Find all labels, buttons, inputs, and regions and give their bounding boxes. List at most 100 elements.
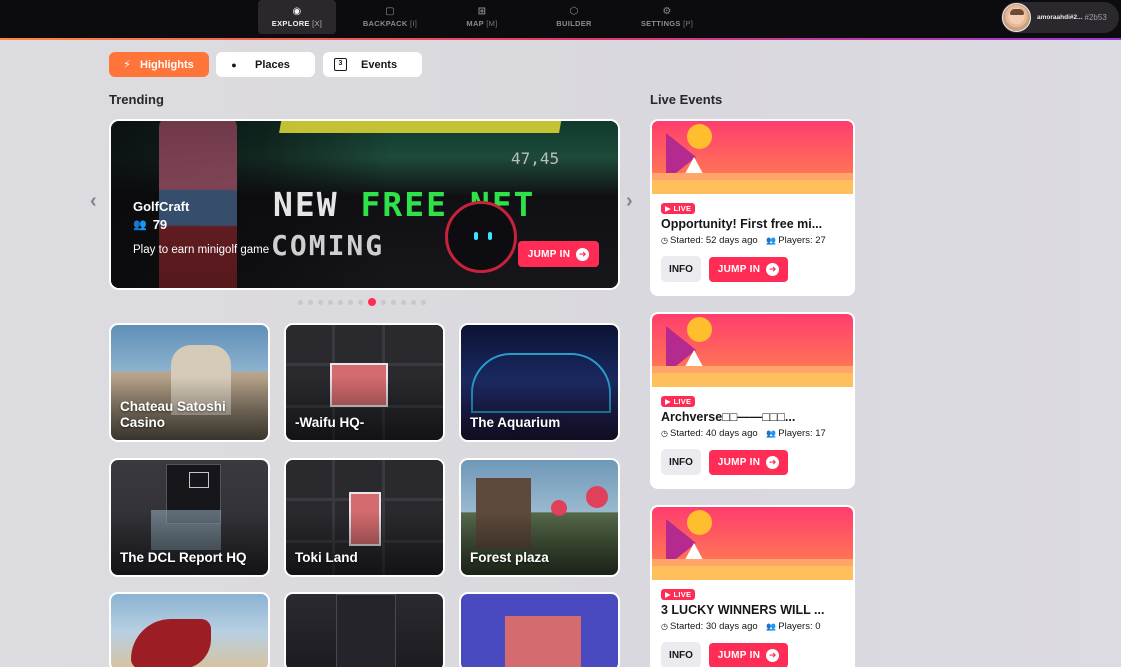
- filter-events[interactable]: 3 Events: [323, 52, 422, 77]
- scene-card-blue[interactable]: [459, 592, 620, 667]
- slide-scene-name: GolfCraft: [133, 199, 190, 214]
- avatar: [1002, 3, 1031, 32]
- scene-card-dragon[interactable]: [109, 592, 270, 667]
- carousel-next-arrow[interactable]: ›: [626, 190, 633, 213]
- event-meta: ◷ Started: 30 days ago 👥 Players: 0: [661, 621, 821, 632]
- filter-events-label: Events: [361, 58, 398, 71]
- event-jump-in-button[interactable]: JUMP IN ➜: [709, 257, 788, 282]
- event-meta: ◷ Started: 40 days ago 👥 Players: 17: [661, 428, 826, 439]
- scene-name: -Waifu HQ-: [295, 415, 365, 430]
- user-name: amoraahdi#2...: [1037, 14, 1083, 21]
- live-badge: ▶ LIVE: [661, 396, 696, 407]
- event-players: Players: 17: [778, 428, 826, 439]
- people-icon: 👥: [766, 236, 777, 245]
- event-title: Archverse□□——□□□...: [661, 410, 796, 424]
- scene-name: The Aquarium: [470, 415, 561, 430]
- live-badge-label: LIVE: [673, 397, 692, 406]
- carousel-dot[interactable]: [411, 299, 416, 305]
- arrow-right-icon: ➜: [766, 456, 780, 469]
- carousel-dot[interactable]: [348, 299, 353, 305]
- scene-card-forest-plaza[interactable]: Forest plaza: [459, 458, 620, 577]
- tab-map[interactable]: ⊞ MAP [M]: [452, 0, 512, 34]
- carousel-dot[interactable]: [358, 299, 363, 305]
- live-event-card[interactable]: ▶ LIVE Archverse□□——□□□... ◷ Started: 40 …: [650, 312, 855, 489]
- cube-icon: ⬡: [569, 6, 579, 17]
- scene-name: Toki Land: [295, 550, 358, 565]
- event-started: Started: 52 days ago: [669, 235, 758, 246]
- event-started: Started: 30 days ago: [669, 621, 758, 632]
- event-players: Players: 0: [778, 621, 821, 632]
- carousel-dot[interactable]: [401, 299, 406, 305]
- filter-highlights[interactable]: ⚡ Highlights: [109, 52, 209, 77]
- scene-placeholder-square: [505, 616, 581, 667]
- carousel-dot[interactable]: [421, 299, 426, 305]
- slide-image-text-new: NEW: [273, 185, 361, 224]
- tab-backpack-shortcut: [I]: [410, 19, 418, 28]
- tab-backpack-label: BACKPACK: [362, 19, 408, 28]
- carousel-prev-arrow[interactable]: ‹: [90, 190, 97, 213]
- scene-name: Forest plaza: [470, 550, 549, 565]
- arrow-right-icon: ➜: [766, 649, 780, 662]
- event-jump-in-button[interactable]: JUMP IN ➜: [709, 450, 788, 475]
- carousel-dot[interactable]: [318, 299, 323, 305]
- carousel-dot[interactable]: [391, 299, 396, 305]
- gear-icon: ⚙: [662, 6, 672, 17]
- trending-title: Trending: [109, 92, 164, 107]
- event-jump-in-button[interactable]: JUMP IN ➜: [709, 643, 788, 667]
- clock-icon: ◷: [661, 236, 668, 245]
- event-started: Started: 40 days ago: [669, 428, 758, 439]
- live-badge-label: LIVE: [673, 590, 692, 599]
- scene-name: The DCL Report HQ: [120, 550, 247, 565]
- scene-card-tower[interactable]: [284, 592, 445, 667]
- event-thumbnail: [652, 121, 853, 194]
- slide-player-count: 👥 79: [133, 217, 167, 232]
- live-badge: ▶ LIVE: [661, 203, 696, 214]
- arrow-right-icon: ➜: [766, 263, 780, 276]
- event-info-button[interactable]: INFO: [661, 642, 701, 667]
- live-events-title: Live Events: [650, 92, 723, 107]
- tab-backpack[interactable]: ▢ BACKPACK [I]: [352, 0, 428, 34]
- carousel-dot[interactable]: [338, 299, 343, 305]
- slide-image-numbers: 47,45: [511, 149, 560, 168]
- event-info-button[interactable]: INFO: [661, 256, 701, 282]
- live-badge-label: LIVE: [673, 204, 692, 213]
- tab-explore[interactable]: ◉ EXPLORE [X]: [258, 0, 336, 34]
- scene-name: Chateau Satoshi Casino: [120, 399, 226, 430]
- live-event-card[interactable]: ▶ LIVE Opportunity! First free mi... ◷ St…: [650, 119, 855, 296]
- trending-carousel-slide[interactable]: 47,45 NEW FREE NFT COMING GolfCraft 👥 79…: [109, 119, 620, 290]
- tab-builder-label: BUILDER: [556, 19, 592, 28]
- clock-icon: ◷: [661, 429, 668, 438]
- scene-card-the-aquarium[interactable]: The Aquarium: [459, 323, 620, 442]
- lightning-icon: ⚡: [123, 59, 131, 71]
- event-jump-in-label: JUMP IN: [717, 457, 761, 468]
- live-event-card[interactable]: ▶ LIVE 3 LUCKY WINNERS WILL ... ◷ Started…: [650, 505, 855, 667]
- event-jump-in-label: JUMP IN: [717, 650, 761, 661]
- tab-map-shortcut: [M]: [486, 19, 498, 28]
- scene-dragon: [131, 619, 211, 667]
- map-pin-icon: ●: [231, 59, 237, 70]
- carousel-dot[interactable]: [308, 299, 313, 305]
- scene-card-chateau-satoshi[interactable]: Chateau Satoshi Casino: [109, 323, 270, 442]
- event-info-button[interactable]: INFO: [661, 449, 701, 475]
- slide-jump-in-button[interactable]: JUMP IN ➜: [518, 241, 599, 267]
- people-icon: 👥: [766, 622, 777, 631]
- tab-builder[interactable]: ⬡ BUILDER: [544, 0, 604, 34]
- user-profile-chip[interactable]: amoraahdi#2... #2b53: [1001, 2, 1119, 33]
- event-jump-in-label: JUMP IN: [717, 264, 761, 275]
- scene-card-waifu-hq[interactable]: -Waifu HQ-: [284, 323, 445, 442]
- user-tag: #2b53: [1084, 13, 1107, 22]
- carousel-dot[interactable]: [328, 299, 333, 305]
- tab-settings[interactable]: ⚙ SETTINGS [P]: [632, 0, 702, 34]
- carousel-dot[interactable]: [298, 299, 303, 305]
- top-navigation-bar: ◉ EXPLORE [X] ▢ BACKPACK [I] ⊞ MAP [M] ⬡…: [0, 0, 1121, 40]
- clock-icon: ◷: [661, 622, 668, 631]
- event-meta: ◷ Started: 52 days ago 👥 Players: 27: [661, 235, 826, 246]
- carousel-dot[interactable]: [368, 298, 376, 306]
- carousel-pagination: [298, 298, 431, 306]
- event-thumbnail: [652, 314, 853, 387]
- carousel-dot[interactable]: [381, 299, 386, 305]
- filter-places[interactable]: ● Places: [216, 52, 315, 77]
- scene-card-toki-land[interactable]: Toki Land: [284, 458, 445, 577]
- scene-card-dcl-report-hq[interactable]: The DCL Report HQ: [109, 458, 270, 577]
- slide-description: Play to earn minigolf game: [133, 244, 270, 256]
